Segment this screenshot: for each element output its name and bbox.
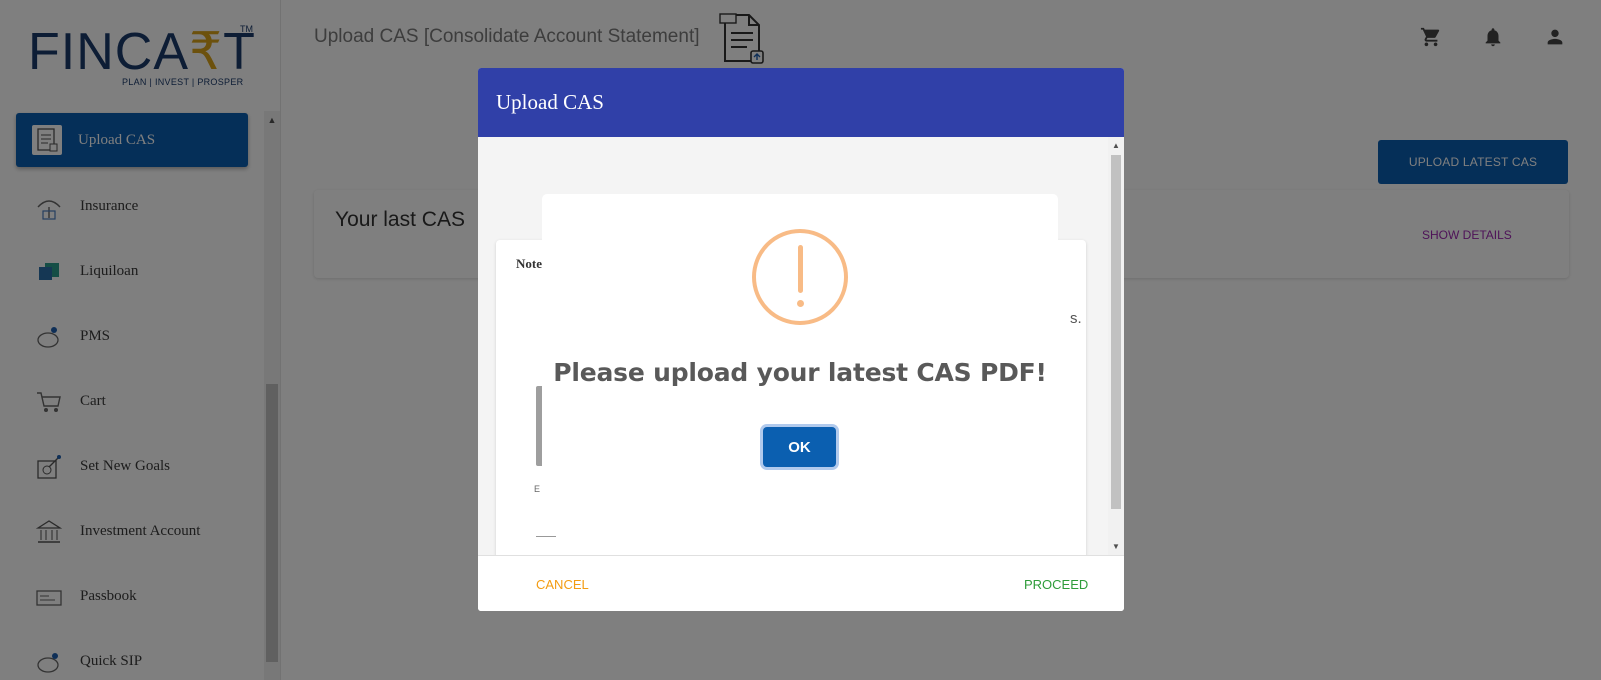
- modal-scrollbar[interactable]: ▲ ▼: [1108, 137, 1124, 555]
- modal-title: Upload CAS: [496, 90, 604, 114]
- warning-icon-dot: [797, 300, 804, 307]
- proceed-button[interactable]: PROCEED: [1024, 577, 1088, 592]
- notes-trailing-text: s.: [1070, 310, 1082, 327]
- cancel-button[interactable]: CANCEL: [536, 577, 589, 592]
- scroll-up-arrow-icon[interactable]: ▲: [1108, 141, 1124, 150]
- modal-header: Upload CAS: [478, 68, 1124, 137]
- modal-scrollbar-thumb[interactable]: [1111, 155, 1121, 509]
- scroll-down-arrow-icon[interactable]: ▼: [1108, 542, 1124, 551]
- field-label: E: [534, 484, 541, 494]
- warning-icon: [752, 229, 848, 325]
- password-field[interactable]: [536, 536, 556, 537]
- modal-footer: CANCEL PROCEED: [478, 555, 1124, 611]
- alert-title: Please upload your latest CAS PDF!: [553, 358, 1047, 387]
- warning-icon-bar: [798, 245, 803, 293]
- alert-dialog: Please upload your latest CAS PDF! OK: [542, 194, 1058, 487]
- ok-button[interactable]: OK: [763, 427, 836, 467]
